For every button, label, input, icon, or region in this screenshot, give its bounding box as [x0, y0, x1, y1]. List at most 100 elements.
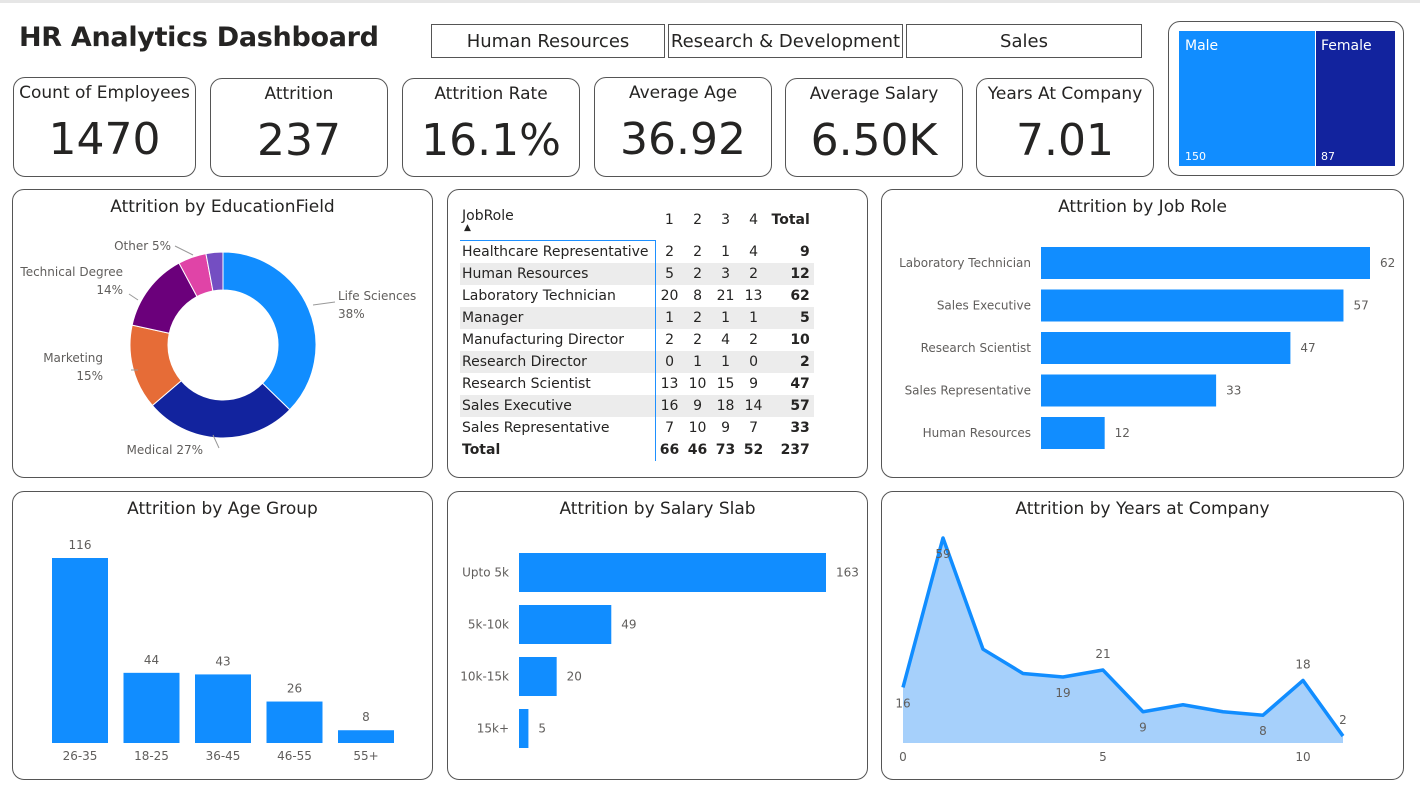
table-row[interactable]: Laboratory Technician 20 8 21 13 62: [460, 285, 814, 307]
slice-label: Other 5%: [114, 239, 171, 253]
kpi-label: Attrition: [264, 84, 334, 104]
row-total: 5: [767, 307, 814, 329]
slicer-sales[interactable]: Sales: [906, 24, 1142, 58]
kpi-card-employees: Count of Employees 1470: [13, 77, 196, 177]
leader-line: [174, 245, 194, 256]
row-label: Human Resources: [460, 263, 656, 285]
jobrole-header-label: JobRole: [462, 208, 514, 224]
slicer-research-development[interactable]: Research & Development: [668, 24, 903, 58]
category-label: 46-55: [277, 749, 312, 763]
female-value: 87: [1321, 150, 1335, 163]
bar: [52, 558, 108, 743]
category-label: Laboratory Technician: [899, 256, 1031, 270]
cell-value: 1: [683, 351, 712, 373]
kpi-card-years-at-company: Years At Company 7.01: [976, 78, 1154, 177]
kpi-value: 6.50K: [810, 115, 938, 166]
column-header: 4: [749, 212, 758, 229]
cell-value: 2: [665, 243, 674, 260]
bar: [1041, 332, 1291, 364]
category-label: 10k-15k: [460, 670, 509, 684]
donut-chart: Life Sciences 38% Medical 27% Marketing 15% T…: [19, 239, 416, 457]
category-label: 15k+: [477, 722, 509, 736]
cell-value: 14: [739, 395, 768, 417]
category-label: 18-25: [134, 749, 169, 763]
table-total-row[interactable]: Total 66 46 73 52 237: [460, 439, 814, 461]
leader-line: [312, 301, 336, 306]
cell-value: 5: [655, 263, 684, 285]
table-row[interactable]: Human Resources 5 2 3 2 12: [460, 263, 814, 285]
row-label: Research Director: [460, 351, 656, 373]
bar: [195, 674, 251, 743]
data-label: 62: [1380, 256, 1395, 270]
table-row[interactable]: Healthcare Representative 2 2 1 4 9: [460, 240, 814, 263]
cell-value: 1: [739, 307, 768, 329]
education-field-chart-card: Attrition by EducationField Life Science…: [12, 189, 433, 478]
bar: [519, 553, 826, 592]
row-label: Research Scientist: [460, 373, 656, 395]
kpi-label: Count of Employees: [19, 83, 190, 103]
data-label: 21: [1095, 647, 1110, 661]
bar: [519, 709, 529, 748]
data-label: 19: [1055, 686, 1070, 700]
donut-slice: [151, 380, 291, 439]
table-row[interactable]: Research Scientist 13 10 15 9 47: [460, 373, 814, 395]
column-header: 3: [721, 212, 730, 229]
table-row[interactable]: Research Director 0 1 1 0 2: [460, 351, 814, 373]
column-header: 2: [693, 212, 702, 229]
data-label: 8: [362, 710, 370, 724]
data-label: 59: [935, 547, 950, 561]
cell-value: 18: [711, 395, 740, 417]
years-at-company-chart-card: Attrition by Years at Company 16 59 19 21 9 8…: [881, 491, 1404, 780]
table-row[interactable]: Sales Executive 16 9 18 14 57: [460, 395, 814, 417]
salary-slab-chart-card: Attrition by Salary Slab Upto 5k 163 5k-10…: [447, 491, 868, 780]
data-label: 12: [1115, 426, 1130, 440]
bar: [123, 672, 180, 743]
kpi-label: Average Age: [628, 83, 738, 103]
bar: [1041, 374, 1217, 407]
category-label: Research Scientist: [921, 341, 1032, 355]
age-group-bar-chart: 116 26-35 44 18-25 43 36-45 26 46-55 8 55+: [52, 538, 394, 763]
cell-value: 9: [721, 420, 730, 436]
treemap-female-tile[interactable]: Female 87: [1316, 31, 1395, 166]
cell-value: 3: [711, 263, 740, 285]
row-label: Manager: [460, 307, 656, 329]
x-tick-label: 0: [899, 750, 907, 764]
table-row[interactable]: Manufacturing Director 2 2 4 2 10: [460, 329, 814, 351]
slicer-human-resources[interactable]: Human Resources: [431, 24, 665, 58]
cell-value: 13: [744, 288, 763, 304]
cell-value: 1: [721, 243, 730, 260]
kpi-label: Attrition Rate: [434, 84, 548, 104]
data-label: 33: [1226, 384, 1241, 398]
data-label: 9: [1139, 721, 1147, 735]
cell-value: 4: [721, 332, 730, 348]
data-label: 57: [1353, 299, 1368, 313]
cell-value: 2: [749, 332, 758, 348]
row-label: Sales Representative: [460, 417, 656, 439]
cell-value: 2: [693, 243, 702, 260]
cell-value: 10: [688, 376, 707, 392]
data-label: 43: [215, 654, 230, 668]
cell-value: 2: [665, 332, 674, 348]
table-row[interactable]: Sales Representative 7 10 9 7 33: [460, 417, 814, 439]
data-label: 20: [567, 670, 582, 684]
row-total: 10: [790, 332, 810, 348]
sort-ascending-icon: ▲: [464, 223, 471, 233]
treemap-male-tile[interactable]: Male 150: [1179, 31, 1315, 166]
cell-value: 1: [711, 307, 740, 329]
category-label: 26-35: [63, 749, 98, 763]
kpi-label: Average Salary: [809, 84, 939, 104]
kpi-value: 36.92: [620, 114, 746, 165]
data-label: 18: [1295, 657, 1310, 671]
slice-pct: 38%: [338, 307, 365, 321]
jobrole-header[interactable]: JobRole ▲: [460, 200, 656, 241]
column-header: 1: [664, 212, 674, 229]
jobrole-matrix: JobRole ▲ 1 2 3 4 Total Healthcare Repres…: [460, 200, 814, 461]
row-label: Total: [460, 439, 656, 461]
cell-value: 1: [655, 307, 684, 329]
kpi-label: Years At Company: [987, 84, 1143, 104]
cell-value: 2: [693, 332, 702, 348]
cell-value: 9: [749, 376, 758, 392]
donut-slice: [222, 251, 317, 411]
area-fill: [903, 538, 1343, 743]
table-row[interactable]: Manager 1 2 1 1 5: [460, 307, 814, 329]
